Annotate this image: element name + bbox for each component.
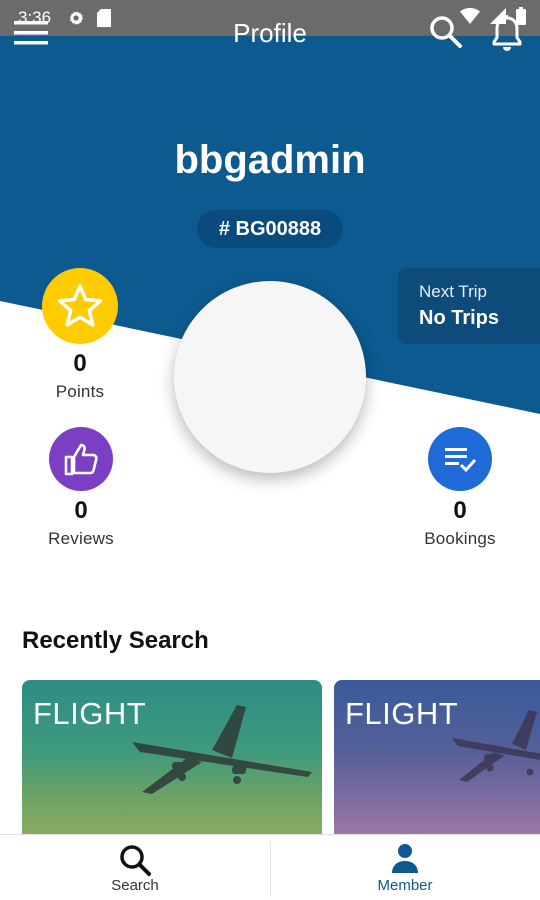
airplane-icon — [452, 710, 540, 782]
star-icon — [57, 284, 103, 327]
recent-search-title: Recently Search — [22, 627, 209, 654]
nav-search-label: Search — [111, 877, 159, 894]
nav-member[interactable]: Member — [270, 835, 540, 900]
bookings-count: 0 — [453, 497, 467, 524]
bookings-stat[interactable]: 0 Bookings — [410, 427, 510, 549]
bookings-icon-circle — [428, 427, 492, 491]
points-label: Points — [55, 382, 105, 401]
search-icon — [430, 16, 462, 48]
member-id-badge: # BG00888 — [197, 210, 343, 248]
next-trip-value: No Trips — [419, 307, 500, 329]
search-button[interactable] — [428, 14, 464, 50]
reviews-label: Reviews — [48, 529, 114, 548]
nav-search[interactable]: Search — [0, 835, 270, 900]
notifications-button[interactable] — [490, 14, 526, 52]
points-count: 0 — [73, 350, 87, 377]
points-icon-circle — [42, 268, 118, 344]
bell-icon — [492, 15, 522, 51]
person-icon — [390, 843, 420, 880]
reviews-icon-circle — [49, 427, 113, 491]
reviews-stat[interactable]: 0 Reviews — [30, 427, 132, 549]
username: bbgadmin — [174, 138, 366, 182]
points-stat[interactable]: 0 Points — [30, 268, 130, 402]
recent-search-card[interactable]: FLIGHT — [334, 680, 540, 840]
next-trip-label: Next Trip — [419, 282, 488, 301]
nav-member-label: Member — [377, 877, 433, 894]
avatar[interactable] — [174, 281, 366, 473]
thumbs-up-icon — [64, 443, 98, 476]
bottom-navigation: Search Member — [0, 834, 540, 900]
airplane-icon — [132, 705, 312, 794]
checklist-icon — [445, 448, 477, 473]
next-trip-card[interactable]: Next Trip No Trips — [398, 268, 540, 344]
recent-search-card[interactable]: FLIGHT — [22, 680, 322, 840]
reviews-count: 0 — [74, 497, 88, 524]
bookings-label: Bookings — [424, 529, 496, 548]
